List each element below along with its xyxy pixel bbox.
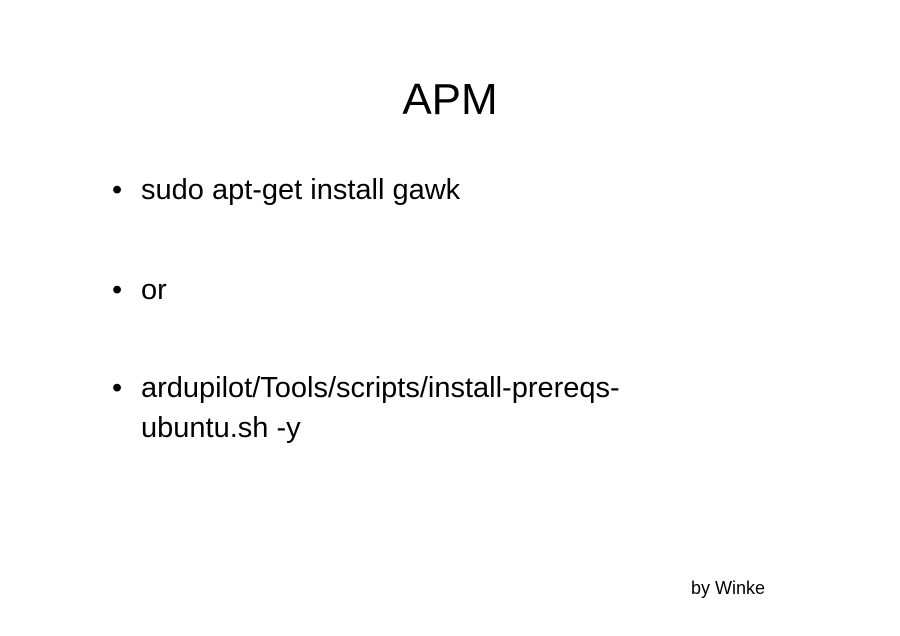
- bullet-item: • ardupilot/Tools/scripts/install-prereq…: [112, 368, 812, 448]
- bullet-marker: •: [112, 174, 123, 206]
- bullet-item: • sudo apt-get install gawk: [112, 170, 812, 210]
- bullet-item: • or: [112, 270, 812, 310]
- bullet-list: • sudo apt-get install gawk • or • ardup…: [112, 168, 812, 448]
- bullet-marker: •: [112, 372, 123, 404]
- footer-author: by Winke: [691, 578, 766, 598]
- bullet-text: sudo apt-get install gawk: [141, 174, 461, 206]
- slide: APM • sudo apt-get install gawk • or • a…: [0, 0, 900, 636]
- bullet-text: or: [141, 274, 167, 306]
- bullet-text: ardupilot/Tools/scripts/install-prereqs-…: [141, 372, 620, 444]
- bullet-marker: •: [112, 274, 123, 306]
- slide-title: APM: [402, 75, 498, 124]
